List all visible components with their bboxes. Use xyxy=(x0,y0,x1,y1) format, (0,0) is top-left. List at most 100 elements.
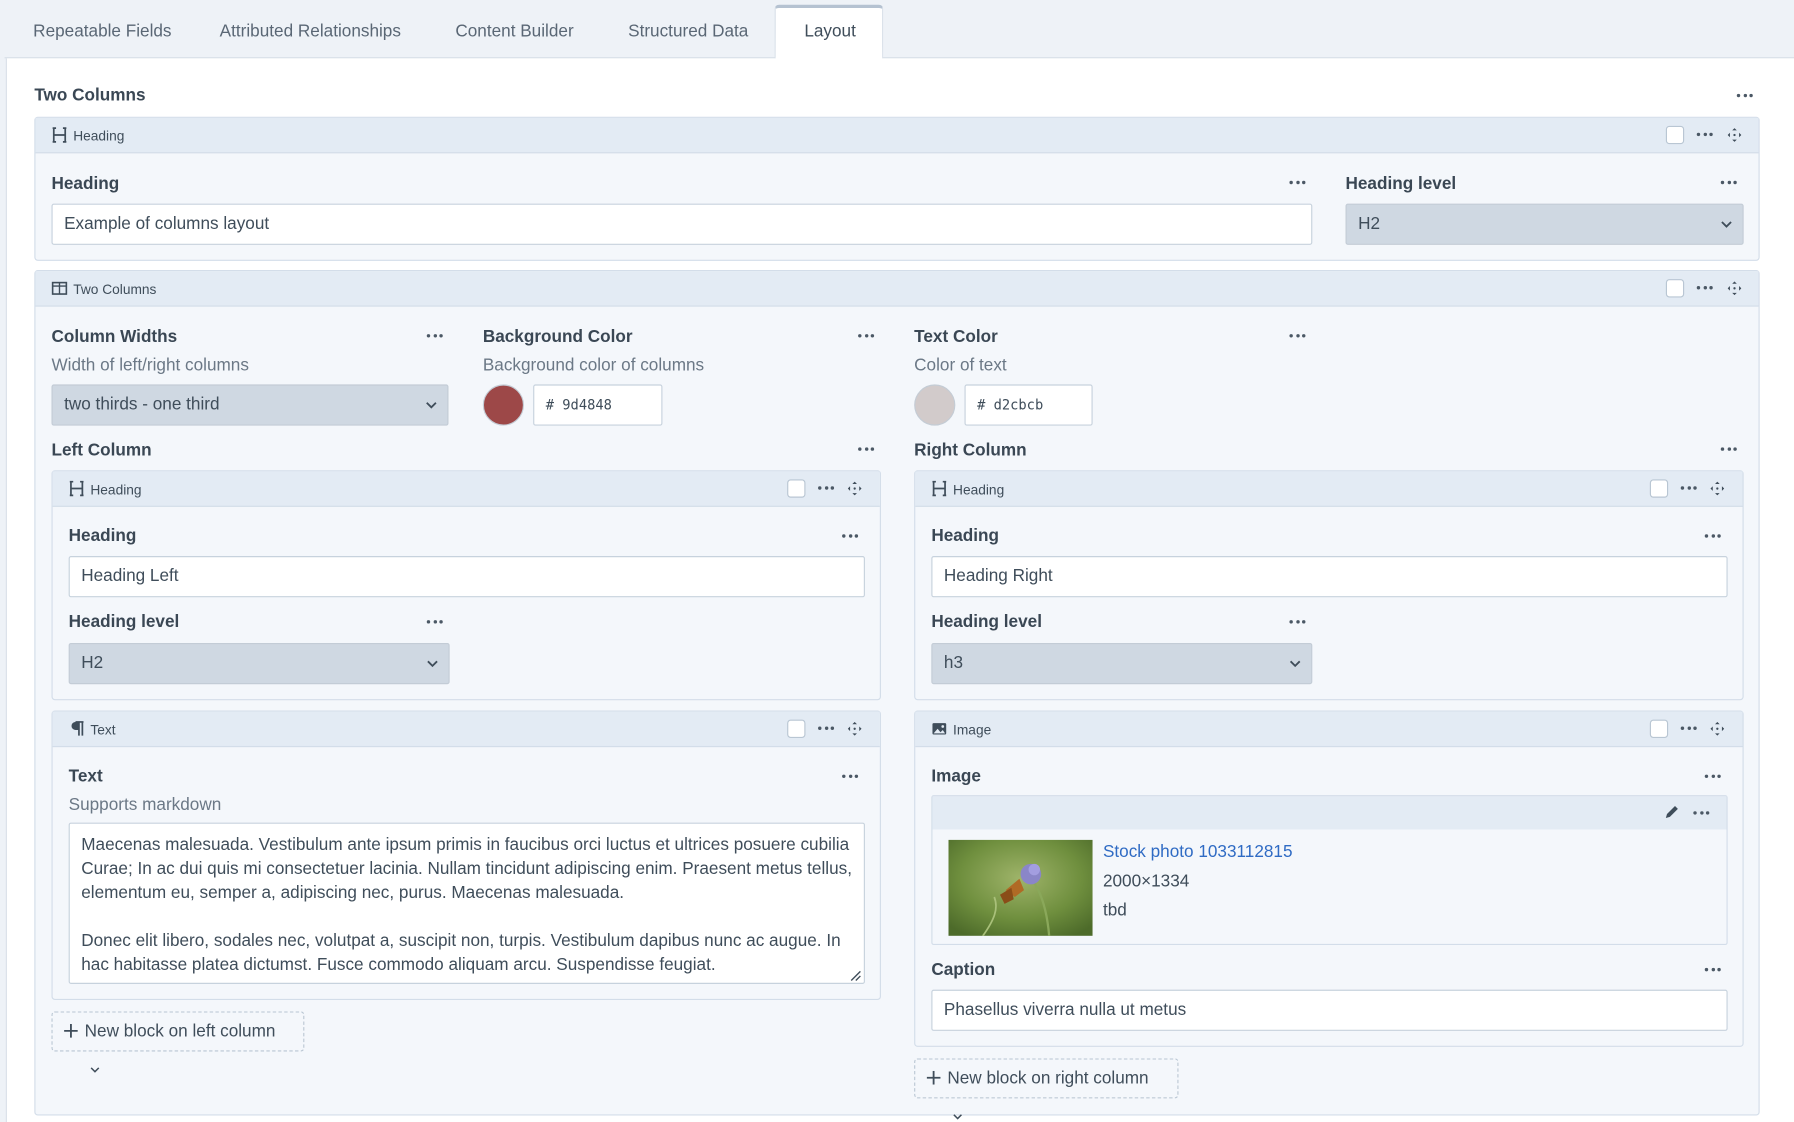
column-widths-label: Column Widths xyxy=(51,327,178,347)
heading-level-label: Heading level xyxy=(68,612,180,632)
chevron-down-icon xyxy=(426,402,437,409)
heading-icon xyxy=(69,480,84,497)
pencil-icon[interactable] xyxy=(1665,804,1680,819)
tab-repeatable-fields[interactable]: Repeatable Fields xyxy=(5,5,201,59)
caption-options-icon[interactable] xyxy=(1704,967,1721,973)
block-select-checkbox[interactable] xyxy=(787,479,806,498)
two-columns-block: Two Columns Column Widths Width of left/… xyxy=(34,270,1760,1120)
heading-options-icon[interactable] xyxy=(1704,534,1721,539)
heading-label: Heading xyxy=(51,173,120,194)
move-icon[interactable] xyxy=(1710,481,1725,496)
image-label: Image xyxy=(931,766,981,787)
block-type-label: Heading xyxy=(90,481,142,498)
image-card-options-icon[interactable] xyxy=(1693,811,1710,816)
block-options-icon[interactable] xyxy=(1696,132,1713,138)
chevron-down-icon xyxy=(427,660,438,668)
background-color-help: Background color of columns xyxy=(482,355,705,376)
heading-level-value: H2 xyxy=(1358,213,1381,234)
heading-level-options-icon[interactable] xyxy=(1720,180,1737,186)
left-column-options-icon[interactable] xyxy=(858,447,875,452)
field-title: Two Columns xyxy=(34,85,146,106)
heading-level-options-icon[interactable] xyxy=(1289,620,1306,625)
chevron-down-icon xyxy=(1721,221,1732,228)
heading-level-value: h3 xyxy=(943,653,963,673)
columns-icon xyxy=(51,281,68,295)
move-icon[interactable] xyxy=(847,721,862,736)
paragraph-icon xyxy=(71,721,84,736)
image-title-link[interactable]: Stock photo 1033112815 xyxy=(1103,842,1293,861)
block-header: Text xyxy=(52,711,880,748)
heading-level-select[interactable]: H2 xyxy=(1345,203,1744,245)
block-options-icon[interactable] xyxy=(1680,486,1697,491)
tab-structured-data[interactable]: Structured Data xyxy=(600,5,777,59)
heading-label: Heading xyxy=(68,526,137,546)
new-block-left-label: New block on left column xyxy=(84,1021,276,1042)
chevron-down-icon xyxy=(90,1067,100,1073)
image-card-toolbar xyxy=(932,796,1727,830)
text-label: Text xyxy=(68,766,103,787)
text-color-swatch[interactable] xyxy=(914,384,956,426)
field-options-icon[interactable] xyxy=(1736,93,1753,99)
plus-icon xyxy=(926,1070,941,1085)
block-type-label: Text xyxy=(90,721,116,738)
tab-layout[interactable]: Layout xyxy=(774,4,884,60)
block-select-checkbox[interactable] xyxy=(1649,479,1669,498)
background-color-swatch[interactable] xyxy=(482,384,525,426)
heading-input[interactable]: Example of columns layout xyxy=(51,203,1313,245)
block-header: Image xyxy=(915,711,1743,748)
text-options-icon[interactable] xyxy=(842,774,859,780)
tab-bar: Repeatable Fields Attributed Relationshi… xyxy=(4,0,1794,60)
block-options-icon[interactable] xyxy=(1680,726,1697,732)
heading-icon xyxy=(932,480,947,497)
tab-attributed-relationships[interactable]: Attributed Relationships xyxy=(191,5,429,59)
heading-input[interactable]: Heading Right xyxy=(931,556,1728,598)
background-color-hex-input[interactable]: # 9d4848 xyxy=(533,384,663,426)
block-header: Two Columns xyxy=(35,271,1759,307)
block-header: Heading xyxy=(915,471,1743,507)
heading-level-select[interactable]: h3 xyxy=(931,643,1313,685)
caption-input[interactable]: Phasellus viverra nulla ut metus xyxy=(931,989,1728,1031)
block-type-label: Heading xyxy=(73,128,125,145)
block-options-icon[interactable] xyxy=(818,486,835,491)
heading-level-select[interactable]: H2 xyxy=(68,643,450,685)
image-thumbnail[interactable] xyxy=(948,839,1093,936)
background-color-options-icon[interactable] xyxy=(858,334,875,339)
block-select-checkbox[interactable] xyxy=(1665,125,1685,145)
block-options-icon[interactable] xyxy=(1696,286,1713,291)
caption-label: Caption xyxy=(931,959,996,980)
block-type-label: Heading xyxy=(953,481,1005,498)
move-icon[interactable] xyxy=(1710,721,1725,736)
column-widths-options-icon[interactable] xyxy=(426,334,443,339)
heading-options-icon[interactable] xyxy=(842,534,859,539)
block-select-checkbox[interactable] xyxy=(787,719,806,738)
move-icon[interactable] xyxy=(1727,128,1742,142)
heading-options-icon[interactable] xyxy=(1289,180,1306,186)
new-block-right-button[interactable]: New block on right column xyxy=(914,1058,1179,1120)
block-options-icon[interactable] xyxy=(818,726,835,732)
text-color-hex-input[interactable]: # d2cbcb xyxy=(964,384,1093,426)
text-area[interactable]: Maecenas malesuada. Vestibulum ante ipsu… xyxy=(68,822,865,984)
block-type-label: Two Columns xyxy=(73,281,157,298)
column-widths-select[interactable]: two thirds - one third xyxy=(51,384,449,426)
new-block-left-button[interactable]: New block on left column xyxy=(51,1011,305,1073)
block-select-checkbox[interactable] xyxy=(1649,719,1669,738)
block-type-label: Image xyxy=(953,721,992,738)
text-color-help: Color of text xyxy=(914,355,1007,376)
image-options-icon[interactable] xyxy=(1704,774,1721,780)
heading-level-value: H2 xyxy=(81,653,104,673)
move-icon[interactable] xyxy=(847,481,862,496)
heading-level-options-icon[interactable] xyxy=(426,620,443,625)
image-dimensions: 2000×1334 xyxy=(1102,871,1190,892)
heading-input[interactable]: Heading Left xyxy=(68,556,865,598)
right-column-options-icon[interactable] xyxy=(1720,447,1737,452)
tab-content-builder[interactable]: Content Builder xyxy=(427,5,603,59)
left-column-label: Left Column xyxy=(51,440,152,460)
move-icon[interactable] xyxy=(1727,281,1742,296)
heading-level-label: Heading level xyxy=(931,612,1042,632)
resize-handle-icon[interactable] xyxy=(850,970,861,982)
block-select-checkbox[interactable] xyxy=(1665,279,1685,298)
heading-label: Heading xyxy=(931,526,1000,546)
text-color-options-icon[interactable] xyxy=(1289,334,1306,339)
column-widths-value: two thirds - one third xyxy=(64,394,220,415)
right-image-block: Image Image Stock photo 1033112815 2000×… xyxy=(914,710,1744,1047)
